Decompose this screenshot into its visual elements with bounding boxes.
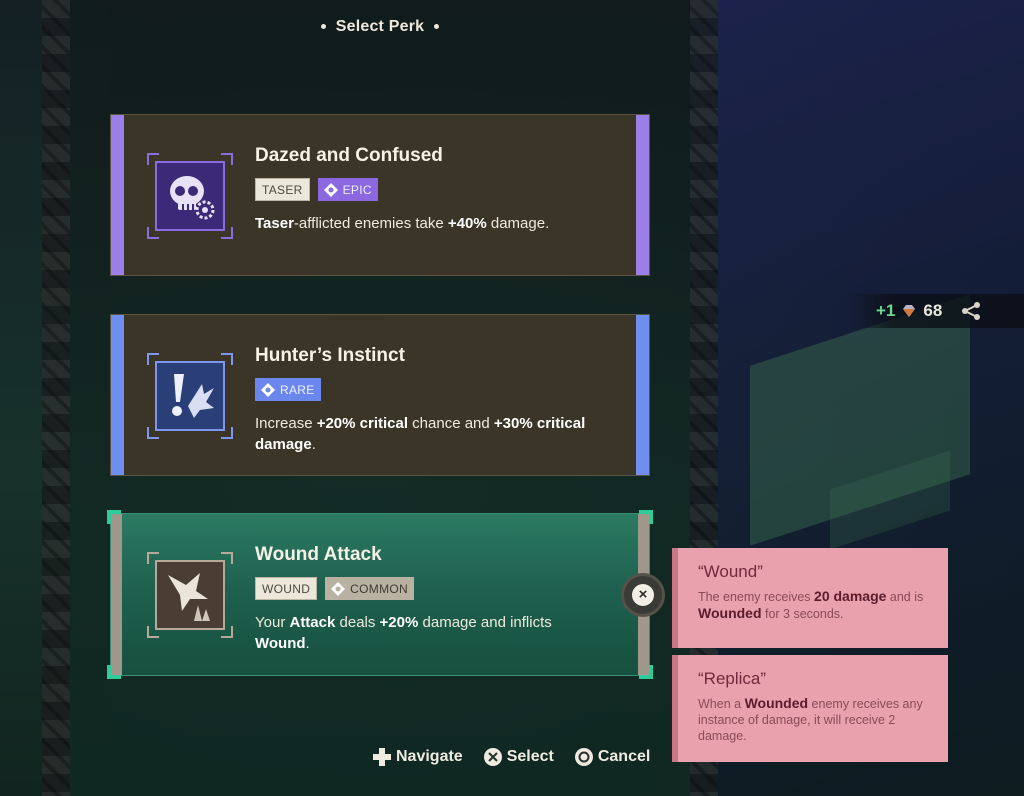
claw-crystal-icon bbox=[155, 560, 225, 630]
rarity-bar-left bbox=[111, 514, 122, 675]
tooltip-body: The enemy receives 20 damage and is Woun… bbox=[698, 588, 930, 622]
rarity-bar-left bbox=[111, 115, 124, 275]
select-label: Select bbox=[506, 748, 554, 765]
perk-tags: WOUND COMMON bbox=[255, 577, 414, 600]
cross-button-icon bbox=[483, 748, 502, 766]
text-run: Increase bbox=[255, 415, 317, 432]
dpad-icon bbox=[373, 748, 391, 766]
emphasis-text: Wounded bbox=[744, 695, 809, 711]
rarity-diamond-icon bbox=[323, 182, 338, 197]
perk-tags: RARE bbox=[255, 378, 321, 401]
rarity-bar-right bbox=[636, 315, 649, 475]
skull-gear-icon bbox=[155, 161, 225, 231]
exclamation-burst-icon bbox=[155, 361, 225, 431]
emphasis-text: Attack bbox=[289, 614, 336, 631]
text-run: . bbox=[311, 436, 316, 453]
title-dot-left bbox=[320, 24, 326, 30]
emphasis-text: +20% critical bbox=[316, 415, 409, 432]
keyword-tooltip-replica: “Replica” When a Wounded enemy receives … bbox=[672, 655, 948, 762]
select-hint[interactable]: Select bbox=[483, 747, 554, 767]
tag-rare-label: RARE bbox=[280, 382, 315, 397]
perk-title: Hunter’s Instinct bbox=[255, 345, 405, 366]
perk-title: Wound Attack bbox=[255, 544, 382, 565]
tag-common-label: COMMON bbox=[350, 581, 408, 596]
text-run: . bbox=[305, 635, 310, 652]
navigate-label: Navigate bbox=[396, 748, 463, 765]
tag-common: COMMON bbox=[325, 577, 414, 600]
tag-wound: WOUND bbox=[255, 577, 318, 600]
perk-description: Increase +20% critical chance and +30% c… bbox=[255, 413, 605, 455]
perk-icon-frame bbox=[147, 153, 233, 239]
perk-description: Your Attack deals +20% damage and inflic… bbox=[255, 612, 605, 654]
screen-title: Select Perk bbox=[0, 18, 760, 36]
text-run: deals bbox=[335, 614, 380, 631]
resource-counter: +1 68 bbox=[848, 294, 1024, 328]
emphasis-text: +40% bbox=[447, 215, 487, 232]
text-run: chance and bbox=[408, 415, 494, 432]
text-run: Your bbox=[255, 614, 290, 631]
rarity-diamond-icon bbox=[261, 382, 275, 397]
tooltip-title: “Replica” bbox=[698, 669, 767, 688]
resource-count: 68 bbox=[923, 301, 943, 320]
perk-title: Dazed and Confused bbox=[255, 145, 443, 166]
tooltip-title: “Wound” bbox=[698, 562, 763, 581]
tag-taser: TASER bbox=[255, 178, 310, 201]
cancel-hint[interactable]: Cancel bbox=[574, 747, 650, 767]
branch-path-icon bbox=[962, 302, 981, 320]
text-run: When a bbox=[698, 697, 745, 711]
tag-rare: RARE bbox=[255, 378, 321, 401]
circle-button-icon bbox=[574, 748, 593, 766]
navigate-hint[interactable]: Navigate bbox=[372, 747, 463, 767]
text-run: damage. bbox=[486, 215, 550, 232]
tooltip-body: When a Wounded enemy receives any instan… bbox=[698, 695, 930, 744]
text-run: -afflicted enemies take bbox=[293, 215, 448, 232]
screen-title-text: Select Perk bbox=[335, 18, 425, 35]
text-run: damage and inflicts bbox=[418, 614, 552, 631]
rarity-diamond-icon bbox=[331, 581, 346, 596]
cancel-label: Cancel bbox=[597, 748, 651, 765]
close-tooltip-button[interactable]: × bbox=[621, 573, 665, 617]
emphasis-text: Taser bbox=[255, 215, 294, 232]
tag-epic: EPIC bbox=[317, 178, 378, 201]
perk-icon-frame bbox=[147, 353, 233, 439]
text-run: for 3 seconds. bbox=[761, 607, 844, 621]
emphasis-text: Wound bbox=[255, 635, 306, 652]
emphasis-text: +20% bbox=[379, 614, 419, 631]
rarity-bar-right bbox=[636, 115, 649, 275]
perk-card-dazed-and-confused[interactable]: Dazed and Confused TASER EPIC Taser-affl… bbox=[110, 114, 650, 276]
resource-gain: +1 bbox=[876, 301, 896, 320]
perk-icon-frame bbox=[147, 552, 233, 638]
emphasis-text: Wounded bbox=[698, 605, 762, 621]
perk-tags: TASER EPIC bbox=[255, 178, 378, 201]
emphasis-text: 20 damage bbox=[814, 588, 887, 604]
perk-card-hunters-instinct[interactable]: Hunter’s Instinct RARE Increase +20% cri… bbox=[110, 314, 650, 476]
control-hints: Navigate Select Cancel bbox=[372, 747, 650, 767]
perk-card-wound-attack[interactable]: Wound Attack WOUND COMMON Your Attack de… bbox=[107, 510, 653, 679]
title-dot-right bbox=[434, 24, 440, 30]
rarity-bar-left bbox=[111, 315, 124, 475]
perk-description: Taser-afflicted enemies take +40% damage… bbox=[255, 213, 605, 234]
tag-epic-label: EPIC bbox=[342, 182, 372, 197]
keyword-tooltip-wound: “Wound” The enemy receives 20 damage and… bbox=[672, 548, 948, 648]
decorative-pillar-left bbox=[42, 0, 70, 796]
gem-currency-icon bbox=[903, 305, 916, 317]
text-run: The enemy receives bbox=[698, 590, 815, 604]
text-run: and is bbox=[886, 590, 924, 604]
close-icon: × bbox=[632, 584, 654, 606]
